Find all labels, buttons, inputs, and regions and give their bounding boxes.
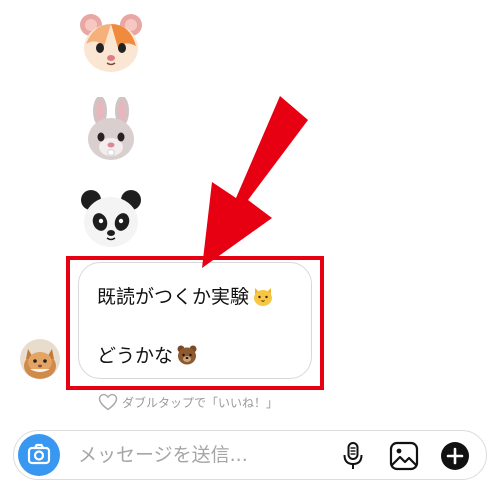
microphone-button[interactable] — [336, 439, 370, 473]
camera-icon — [27, 443, 51, 465]
heart-outline-icon — [98, 393, 118, 411]
message-composer — [13, 430, 487, 480]
plus-circle-icon — [441, 442, 469, 470]
chat-screen: 既読がつくか実験 どうかな ダブルタップで「いいね！」 メッセージを送信... — [0, 0, 500, 496]
message-bubble[interactable]: 既読がつくか実験 どうかな — [78, 262, 312, 379]
message-line-1: 既読がつくか実験 — [97, 282, 274, 309]
add-button[interactable] — [438, 439, 472, 473]
camera-button[interactable] — [18, 434, 60, 476]
red-arrow-icon — [180, 90, 320, 275]
rabbit-face-icon[interactable] — [78, 97, 144, 163]
hamster-face-icon[interactable] — [78, 10, 144, 76]
image-gallery-icon — [389, 441, 419, 471]
like-hint: ダブルタップで「いいね！」 — [98, 392, 278, 412]
message-line-2: どうかな — [97, 341, 198, 368]
microphone-icon — [343, 442, 363, 469]
like-hint-text: ダブルタップで「いいね！」 — [122, 395, 279, 410]
cat-face-icon — [252, 285, 274, 307]
message-text-2: どうかな — [97, 345, 174, 367]
panda-face-icon[interactable] — [78, 186, 144, 252]
gallery-button[interactable] — [387, 439, 421, 473]
message-input[interactable] — [78, 441, 328, 469]
bear-face-icon — [176, 344, 198, 366]
avatar[interactable] — [20, 339, 60, 379]
message-text-1: 既読がつくか実験 — [97, 286, 250, 308]
